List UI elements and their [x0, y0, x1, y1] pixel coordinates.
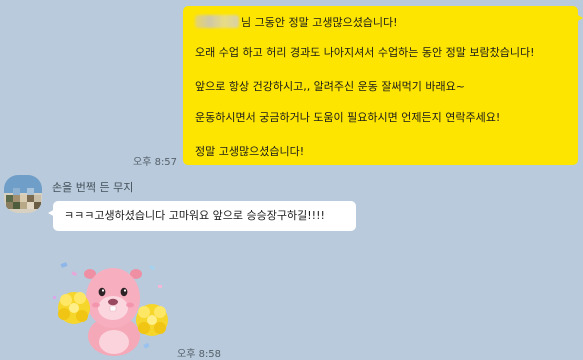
- other-message-text: ㅋㅋㅋ고생하셨습니다 고마워요 앞으로 승승장구하길!!!!: [64, 209, 325, 222]
- avatar-pixel: [27, 202, 34, 209]
- avatar-pixel: [27, 195, 34, 202]
- avatar-pixel: [13, 188, 20, 195]
- message-line-1: 님 그동안 정말 고생많으셨습니다!: [195, 15, 398, 30]
- blurred-name: [195, 15, 239, 28]
- other-message-bubble[interactable]: ㅋㅋㅋ고생하셨습니다 고마워요 앞으로 승승장구하길!!!!: [48, 201, 356, 231]
- confetti-piece: [149, 265, 156, 271]
- my-message-bubble[interactable]: 님 그동안 정말 고생많으셨습니다! 오래 수업 하고 허리 경과도 나아지셔서…: [183, 6, 583, 165]
- confetti-piece: [143, 342, 150, 349]
- confetti-piece: [158, 285, 162, 288]
- avatar-pixel: [6, 195, 13, 202]
- message-line-2: 오래 수업 하고 허리 경과도 나아지셔서 수업하는 동안 정말 보람찼습니다!: [195, 46, 535, 59]
- pom-pom-left: [58, 292, 90, 324]
- confetti-piece: [60, 262, 68, 268]
- pink-beaver-sticker-icon[interactable]: [52, 258, 174, 357]
- confetti-piece: [71, 271, 78, 277]
- confetti-piece: [53, 296, 56, 299]
- message-line-3: 앞으로 항상 건강하시고,, 알려주신 운동 잘써먹기 바래요~: [195, 80, 465, 93]
- avatar-pixel: [13, 195, 20, 202]
- avatar-pixel: [34, 202, 41, 209]
- sticker-time: 오후 8:58: [177, 349, 222, 360]
- sender-avatar[interactable]: [4, 175, 42, 213]
- beaver-body: [84, 268, 142, 356]
- avatar-pixel: [34, 195, 41, 202]
- avatar-pixel: [6, 202, 13, 209]
- avatar-pixel: [13, 202, 20, 209]
- avatar-pixel: [20, 202, 27, 209]
- message-line-1-text: 님 그동안 정말 고생많으셨습니다!: [241, 16, 398, 29]
- message-line-5: 정말 고생많으셨습니다!: [195, 145, 305, 158]
- avatar-pixel: [27, 188, 34, 195]
- pom-pom-right: [136, 304, 168, 336]
- my-message-time: 오후 8:57: [133, 157, 178, 168]
- avatar-pixel: [20, 195, 27, 202]
- sender-name: 손을 번쩍 든 무지: [52, 181, 134, 194]
- message-line-4: 운동하시면서 궁금하거나 도움이 필요하시면 언제든지 연락주세요!: [195, 111, 501, 124]
